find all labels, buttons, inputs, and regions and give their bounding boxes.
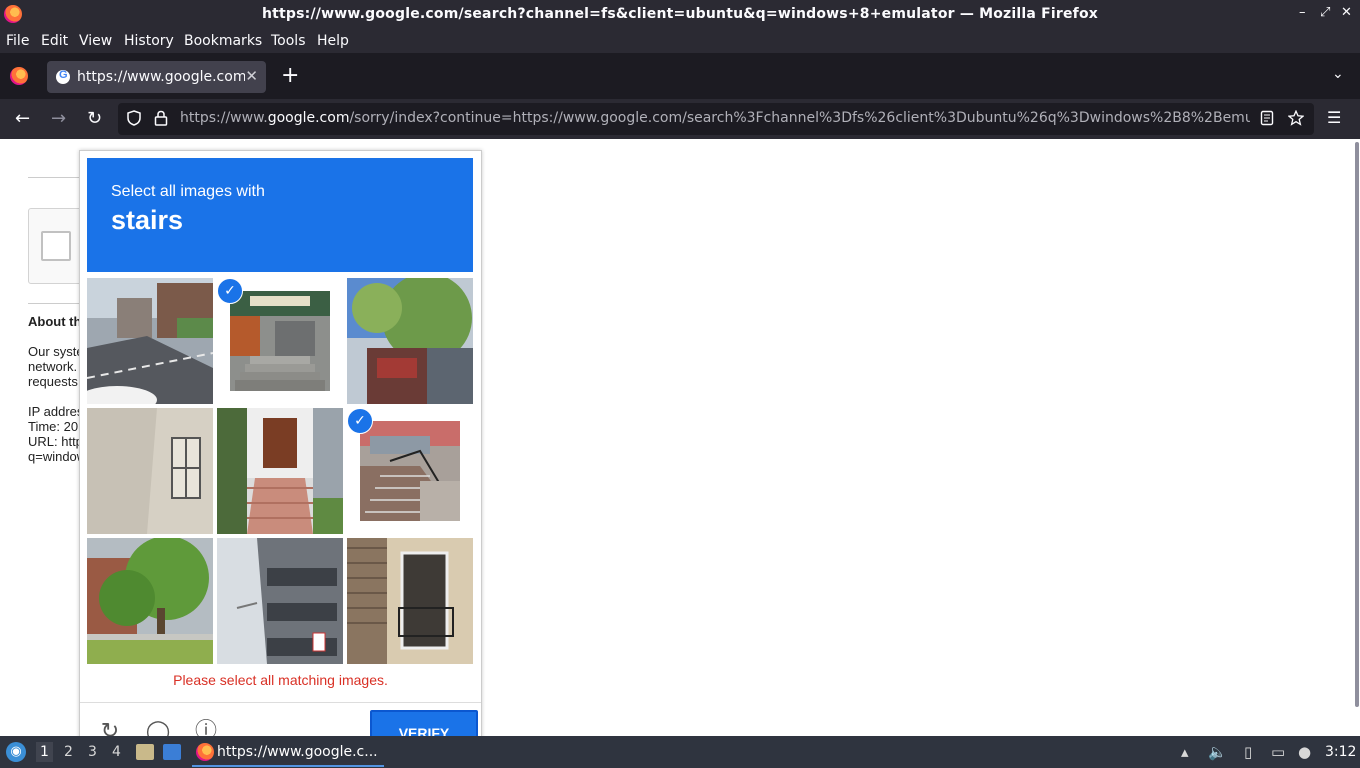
- window-title: https://www.google.com/search?channel=fs…: [261, 6, 1099, 22]
- url-value-text: q=window: [28, 449, 80, 464]
- selected-check-icon: ✓: [347, 408, 373, 434]
- captcha-instruction: Select all images with: [111, 183, 265, 200]
- balconies-image: [217, 538, 343, 664]
- captcha-tile-door-stairs[interactable]: [217, 408, 343, 534]
- tree-image: [87, 538, 213, 664]
- menu-history[interactable]: History: [124, 33, 174, 49]
- workspace-2[interactable]: 2: [64, 744, 73, 760]
- body-text: network.: [28, 359, 78, 374]
- audio-challenge-icon[interactable]: ◯: [145, 719, 171, 736]
- ip-address-text: IP addres: [28, 404, 80, 419]
- body-text: Our syste: [28, 344, 80, 359]
- captcha-error-message: Please select all matching images.: [173, 672, 388, 688]
- time-text: Time: 20: [28, 419, 79, 434]
- captcha-divider: [80, 702, 481, 703]
- list-all-tabs-button[interactable]: ⌄: [1332, 66, 1344, 82]
- clipboard-icon[interactable]: ▯: [1244, 743, 1252, 761]
- volume-icon[interactable]: 🔈: [1208, 743, 1227, 761]
- captcha-target: stairs: [111, 205, 184, 235]
- menu-bookmarks[interactable]: Bookmarks: [184, 33, 262, 49]
- url-bar[interactable]: https://www.google.com/sorry/index?conti…: [118, 103, 1314, 135]
- maximize-button[interactable]: ⤢: [1320, 5, 1330, 20]
- page-scrollbar[interactable]: [1355, 142, 1359, 707]
- page-content: About th Our syste network. requests IP …: [0, 140, 1360, 736]
- url-domain: google.com: [267, 110, 350, 126]
- about-heading: About th: [28, 314, 80, 329]
- file-manager-icon[interactable]: [136, 744, 154, 760]
- lock-icon[interactable]: [154, 110, 168, 130]
- tab-close-icon[interactable]: ✕: [245, 67, 258, 85]
- body-text: requests: [28, 374, 78, 389]
- google-favicon-icon: [56, 69, 70, 84]
- verify-button[interactable]: VERIFY: [370, 710, 478, 736]
- task-label: https://www.google.c...: [217, 744, 378, 760]
- bookmark-star-icon[interactable]: [1287, 109, 1305, 130]
- window-titlebar: https://www.google.com/search?channel=fs…: [0, 0, 1360, 29]
- menu-tools[interactable]: Tools: [271, 33, 306, 49]
- selected-check-icon: ✓: [217, 278, 243, 304]
- captcha-tile-stairs-shop[interactable]: ✓: [217, 278, 343, 404]
- start-menu-icon[interactable]: ◉: [6, 742, 26, 762]
- tree-building-image: [347, 278, 473, 404]
- menu-help[interactable]: Help: [317, 33, 349, 49]
- reload-button[interactable]: ↻: [87, 108, 102, 129]
- tab-strip: https://www.google.com/sorry/index?conti…: [0, 53, 1360, 99]
- menu-edit[interactable]: Edit: [41, 33, 68, 49]
- show-desktop-icon[interactable]: [163, 744, 181, 760]
- reader-view-icon[interactable]: [1260, 110, 1274, 130]
- outdoor-stairs-image: [360, 421, 460, 521]
- url-prefix: https://www.: [180, 110, 268, 126]
- captcha-tile-outdoor-stairs[interactable]: ✓: [347, 408, 473, 534]
- workspace-3[interactable]: 3: [88, 744, 97, 760]
- forward-button[interactable]: →: [51, 108, 66, 129]
- captcha-tile-tree-building[interactable]: [347, 278, 473, 404]
- back-button[interactable]: ←: [15, 108, 30, 129]
- new-tab-button[interactable]: +: [281, 63, 299, 88]
- window-shutter-image: [347, 538, 473, 664]
- taskbar: ◉ 1 2 3 4 https://www.google.c... ▴ 🔈 ▯ …: [0, 736, 1360, 768]
- minimize-button[interactable]: –: [1299, 5, 1306, 20]
- taskbar-task-firefox[interactable]: https://www.google.c...: [192, 739, 384, 767]
- tab-label: https://www.google.com/sorry/index?conti…: [77, 69, 245, 85]
- info-icon[interactable]: ⓘ: [193, 719, 219, 736]
- menu-file[interactable]: File: [6, 33, 29, 49]
- firefox-view-icon[interactable]: [10, 67, 28, 85]
- navigation-bar: ← → ↻ https://www.google.com/sorry/index…: [0, 99, 1360, 139]
- menu-view[interactable]: View: [79, 33, 112, 49]
- reload-challenge-icon[interactable]: ↻: [97, 719, 123, 736]
- street-image: [87, 278, 213, 404]
- clock: 3:12: [1325, 744, 1357, 760]
- tray-arrow-icon[interactable]: ▴: [1181, 743, 1189, 761]
- app-menu-button[interactable]: ☰: [1327, 108, 1341, 127]
- tracking-shield-icon[interactable]: [126, 110, 142, 130]
- menu-bar: File Edit View History Bookmarks Tools H…: [0, 29, 1360, 53]
- captcha-tile-tree[interactable]: [87, 538, 213, 664]
- wall-window-image: [87, 408, 213, 534]
- workspace-4[interactable]: 4: [112, 744, 121, 760]
- url-text[interactable]: https://www.google.com/sorry/index?conti…: [180, 110, 1250, 126]
- notification-icon[interactable]: ●: [1298, 743, 1311, 761]
- url-rest: /sorry/index?continue=https://www.google…: [349, 110, 1250, 126]
- stairs-shop-image: [230, 291, 330, 391]
- firefox-task-icon: [196, 743, 214, 761]
- captcha-challenge: Select all images with stairs ✓ ✓ Please…: [79, 150, 482, 736]
- captcha-tile-window-shutter[interactable]: [347, 538, 473, 664]
- tab-google-sorry[interactable]: https://www.google.com/sorry/index?conti…: [47, 61, 266, 93]
- workspace-1[interactable]: 1: [36, 742, 53, 762]
- captcha-tile-street[interactable]: [87, 278, 213, 404]
- captcha-tile-balconies[interactable]: [217, 538, 343, 664]
- door-stairs-image: [217, 408, 343, 534]
- recaptcha-checkbox[interactable]: [41, 231, 71, 261]
- close-window-button[interactable]: ✕: [1341, 5, 1352, 20]
- url-label-text: URL: http: [28, 434, 80, 449]
- captcha-tile-wall-window[interactable]: [87, 408, 213, 534]
- network-icon[interactable]: ▭: [1271, 743, 1285, 761]
- captcha-header: Select all images with stairs: [87, 158, 473, 272]
